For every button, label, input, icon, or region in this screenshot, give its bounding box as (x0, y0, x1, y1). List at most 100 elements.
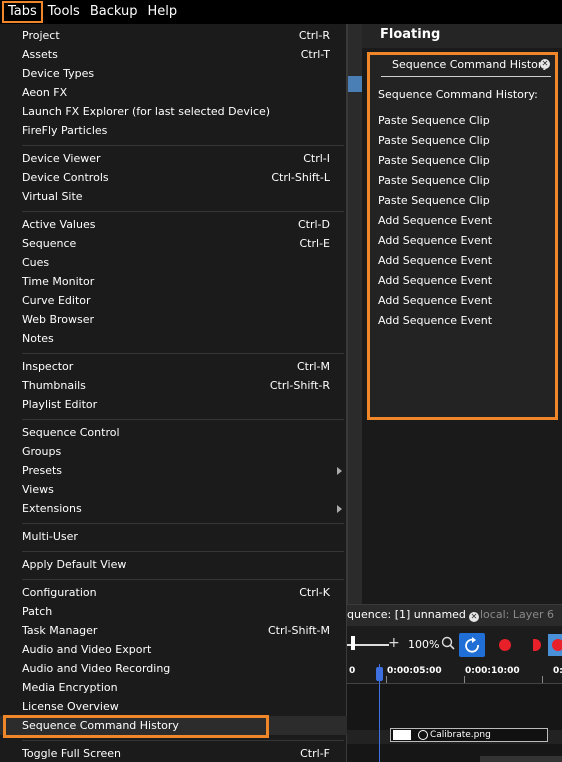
history-entry[interactable]: Add Sequence Event (378, 231, 492, 251)
record-arm-button[interactable] (548, 634, 562, 656)
close-icon[interactable]: ✕ (468, 612, 479, 622)
menu-item-device-viewer[interactable]: Device Viewer Ctrl-I (0, 149, 347, 168)
menu-item-label: Groups (22, 445, 62, 458)
ruler-label: 0 (349, 666, 356, 676)
menu-item-apply-default-view[interactable]: Apply Default View (0, 555, 347, 574)
history-list: Paste Sequence Clip Paste Sequence Clip … (378, 111, 492, 331)
menu-item-thumbnails[interactable]: Thumbnails Ctrl-Shift-R (0, 376, 347, 395)
menu-item-audio-video-export[interactable]: Audio and Video Export (0, 640, 347, 659)
menu-item-label: Audio and Video Export (22, 643, 152, 656)
menu-tools[interactable]: Tools (43, 0, 85, 24)
menu-item-toggle-full-screen[interactable]: Toggle Full Screen Ctrl-F (0, 744, 347, 762)
zoom-slider-handle[interactable] (351, 636, 355, 650)
menu-item-shortcut: Ctrl-Shift-M (267, 624, 330, 637)
record-dot-icon (552, 639, 562, 651)
tab-sequence[interactable]: quence: [1] unnamed ✕ (347, 608, 479, 622)
tab-local-layer[interactable]: local: Layer 6 (480, 608, 554, 621)
clip-thumbnail-icon (393, 730, 411, 740)
history-entry[interactable]: Add Sequence Event (378, 251, 492, 271)
menu-item-label: Toggle Full Screen (22, 747, 121, 760)
menu-item-label: Sequence Control (22, 426, 120, 439)
record-mode-icon[interactable] (533, 639, 541, 651)
menu-item-virtual-site[interactable]: Virtual Site (0, 187, 347, 206)
menu-item-sequence-control[interactable]: Sequence Control (0, 423, 347, 442)
history-entry[interactable]: Add Sequence Event (378, 271, 492, 291)
menu-item-label: Media Encryption (22, 681, 118, 694)
playhead-handle[interactable] (376, 667, 383, 681)
menu-item-presets[interactable]: Presets (0, 461, 347, 480)
menu-item-label: Audio and Video Recording (22, 662, 171, 675)
menu-item-multi-user[interactable]: Multi-User (0, 527, 347, 546)
menu-item-label: Extensions (22, 502, 82, 515)
menu-item-groups[interactable]: Groups (0, 442, 347, 461)
menu-item-shortcut: Ctrl-I (303, 152, 330, 165)
zoom-in-icon[interactable]: + (388, 635, 400, 651)
menu-item-label: Device Viewer (22, 152, 101, 165)
menu-item-label: Multi-User (22, 530, 78, 543)
history-entry[interactable]: Paste Sequence Clip (378, 151, 492, 171)
menu-item-aeon-fx[interactable]: Aeon FX (0, 83, 347, 102)
selected-row-marker (348, 76, 363, 92)
submenu-arrow-icon (337, 467, 342, 475)
timeline-clip[interactable]: Calibrate.png (390, 728, 548, 742)
zoom-fit-icon[interactable] (441, 636, 455, 650)
menu-item-playlist-editor[interactable]: Playlist Editor (0, 395, 347, 414)
menu-item-shortcut: Ctrl-K (299, 586, 330, 599)
menu-item-assets[interactable]: Assets Ctrl-T (0, 45, 347, 64)
menu-item-device-types[interactable]: Device Types (0, 64, 347, 83)
menu-item-views[interactable]: Views (0, 480, 347, 499)
sequence-command-history-panel: Sequence Command History ✕ Sequence Comm… (367, 52, 558, 420)
menu-item-task-manager[interactable]: Task Manager Ctrl-Shift-M (0, 621, 347, 640)
menu-item-shortcut: Ctrl-D (297, 218, 330, 231)
menu-item-extensions[interactable]: Extensions (0, 499, 347, 518)
menu-item-label: Playlist Editor (22, 398, 98, 411)
loop-button[interactable] (459, 633, 485, 657)
menu-item-firefly-particles[interactable]: FireFly Particles (0, 121, 347, 140)
menu-item-notes[interactable]: Notes (0, 329, 347, 348)
menu-item-sequence[interactable]: Sequence Ctrl-E (0, 234, 347, 253)
menu-item-time-monitor[interactable]: Time Monitor (0, 272, 347, 291)
menu-item-label: Presets (22, 464, 63, 477)
menu-item-inspector[interactable]: Inspector Ctrl-M (0, 357, 347, 376)
menu-item-label: Notes (22, 332, 54, 345)
history-entry[interactable]: Add Sequence Event (378, 211, 492, 231)
menu-item-label: Thumbnails (22, 379, 86, 392)
menu-tabs[interactable]: Tabs (2, 1, 43, 23)
menu-item-license-overview[interactable]: License Overview (0, 697, 347, 716)
menu-bar: Tabs Tools Backup Help (0, 0, 562, 24)
menu-item-cues[interactable]: Cues (0, 253, 347, 272)
menu-item-web-browser[interactable]: Web Browser (0, 310, 347, 329)
loop-icon (465, 637, 479, 653)
menu-help[interactable]: Help (142, 0, 182, 24)
menu-item-shortcut: Ctrl-Shift-L (271, 171, 330, 184)
history-entry[interactable]: Paste Sequence Clip (378, 131, 492, 151)
ruler-label: 0:00:05:00 (387, 666, 442, 676)
menu-backup[interactable]: Backup (85, 0, 143, 24)
menu-item-project[interactable]: Project Ctrl-R (0, 26, 347, 45)
clock-icon (418, 730, 428, 740)
tab-sequence-command-history[interactable]: Sequence Command History ✕ (381, 55, 551, 77)
menu-item-device-controls[interactable]: Device Controls Ctrl-Shift-L (0, 168, 347, 187)
history-entry[interactable]: Paste Sequence Clip (378, 111, 492, 131)
menu-item-launch-fx-explorer[interactable]: Launch FX Explorer (for last selected De… (0, 102, 347, 121)
close-icon[interactable]: ✕ (540, 59, 550, 69)
history-heading: Sequence Command History: (378, 88, 538, 101)
ruler-tick (386, 676, 387, 683)
menu-item-shortcut: Ctrl-T (300, 48, 330, 61)
history-entry[interactable]: Paste Sequence Clip (378, 191, 492, 211)
history-entry[interactable]: Add Sequence Event (378, 291, 492, 311)
menu-item-active-values[interactable]: Active Values Ctrl-D (0, 215, 347, 234)
record-icon[interactable] (499, 639, 511, 651)
history-entry[interactable]: Add Sequence Event (378, 311, 492, 331)
menu-item-shortcut: Ctrl-Shift-R (269, 379, 330, 392)
menu-item-curve-editor[interactable]: Curve Editor (0, 291, 347, 310)
menu-item-patch[interactable]: Patch (0, 602, 347, 621)
history-entry[interactable]: Paste Sequence Clip (378, 171, 492, 191)
menu-item-label: Sequence (22, 237, 77, 250)
menu-item-label: Virtual Site (22, 190, 83, 203)
menu-item-label: Device Types (22, 67, 95, 80)
menu-item-configuration[interactable]: Configuration Ctrl-K (0, 583, 347, 602)
menu-item-media-encryption[interactable]: Media Encryption (0, 678, 347, 697)
menu-item-audio-video-recording[interactable]: Audio and Video Recording (0, 659, 347, 678)
menu-item-label: Active Values (22, 218, 96, 231)
